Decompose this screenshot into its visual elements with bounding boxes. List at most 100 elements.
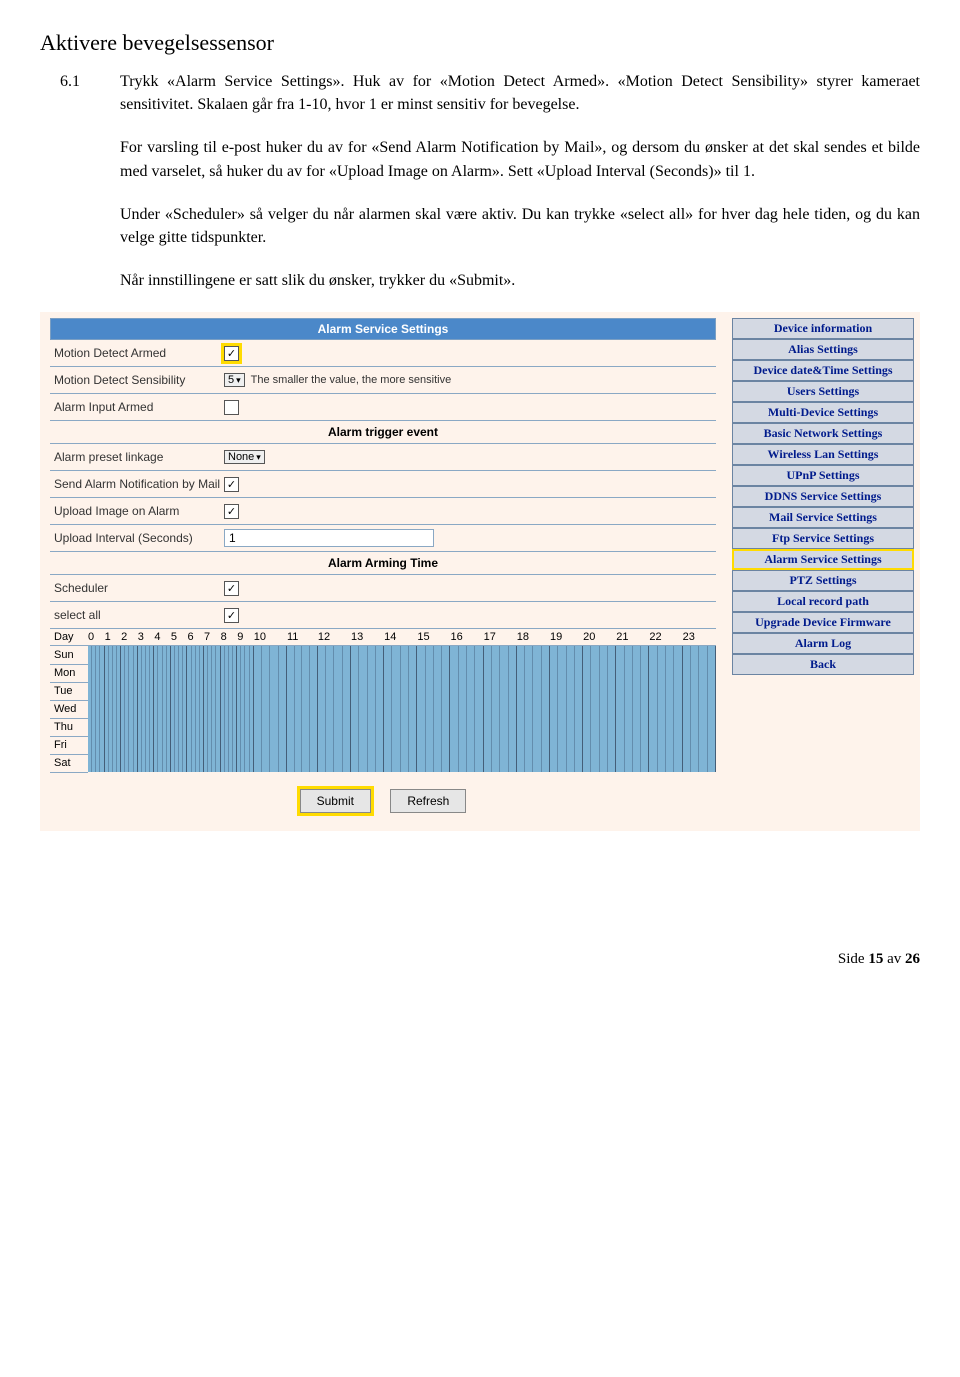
schedule-cell[interactable]	[318, 700, 351, 718]
menu-item-back[interactable]: Back	[732, 654, 914, 675]
menu-item-upnp-settings[interactable]: UPnP Settings	[732, 465, 914, 486]
schedule-cell[interactable]	[484, 646, 517, 664]
schedule-cell[interactable]	[550, 646, 583, 664]
submit-button[interactable]: Submit	[300, 789, 371, 813]
schedule-cell[interactable]	[517, 736, 550, 754]
schedule-cell[interactable]	[517, 700, 550, 718]
schedule-cell[interactable]	[384, 664, 417, 682]
schedule-cell[interactable]	[287, 718, 318, 736]
menu-item-device-date-time-settings[interactable]: Device date&Time Settings	[732, 360, 914, 381]
schedule-cell[interactable]	[550, 754, 583, 772]
schedule-cell[interactable]	[121, 664, 138, 682]
schedule-cell[interactable]	[221, 754, 238, 772]
schedule-cell[interactable]	[417, 700, 450, 718]
schedule-cell[interactable]	[187, 646, 204, 664]
schedule-cell[interactable]	[221, 718, 238, 736]
schedule-cell[interactable]	[88, 646, 105, 664]
schedule-cell[interactable]	[351, 682, 384, 700]
schedule-cell[interactable]	[171, 646, 188, 664]
schedule-cell[interactable]	[417, 646, 450, 664]
schedule-cell[interactable]	[318, 754, 351, 772]
schedule-cell[interactable]	[105, 736, 122, 754]
menu-item-local-record-path[interactable]: Local record path	[732, 591, 914, 612]
schedule-cell[interactable]	[154, 754, 171, 772]
schedule-cell[interactable]	[237, 664, 254, 682]
menu-item-ftp-service-settings[interactable]: Ftp Service Settings	[732, 528, 914, 549]
checkbox-select-all[interactable]: ✓	[224, 608, 239, 623]
schedule-cell[interactable]	[121, 754, 138, 772]
menu-item-alarm-service-settings[interactable]: Alarm Service Settings	[732, 549, 914, 570]
refresh-button[interactable]: Refresh	[390, 789, 466, 813]
schedule-cell[interactable]	[88, 700, 105, 718]
schedule-cell[interactable]	[517, 682, 550, 700]
schedule-cell[interactable]	[171, 754, 188, 772]
schedule-cell[interactable]	[318, 664, 351, 682]
schedule-cell[interactable]	[237, 718, 254, 736]
schedule-cell[interactable]	[105, 718, 122, 736]
schedule-cell[interactable]	[221, 682, 238, 700]
schedule-cell[interactable]	[649, 664, 682, 682]
schedule-cell[interactable]	[583, 754, 616, 772]
schedule-cell[interactable]	[187, 700, 204, 718]
schedule-cell[interactable]	[550, 736, 583, 754]
schedule-cell[interactable]	[204, 700, 221, 718]
schedule-cell[interactable]	[384, 682, 417, 700]
schedule-cell[interactable]	[171, 718, 188, 736]
select-sensibility[interactable]: 5 ▾	[224, 373, 245, 387]
schedule-cell[interactable]	[649, 682, 682, 700]
schedule-cell[interactable]	[550, 682, 583, 700]
schedule-cell[interactable]	[187, 682, 204, 700]
schedule-cell[interactable]	[221, 646, 238, 664]
schedule-cell[interactable]	[550, 664, 583, 682]
schedule-cell[interactable]	[204, 664, 221, 682]
schedule-cell[interactable]	[484, 754, 517, 772]
schedule-cell[interactable]	[351, 700, 384, 718]
schedule-cell[interactable]	[154, 700, 171, 718]
schedule-cell[interactable]	[484, 736, 517, 754]
menu-item-device-information[interactable]: Device information	[732, 318, 914, 339]
schedule-cell[interactable]	[351, 754, 384, 772]
schedule-cell[interactable]	[138, 754, 155, 772]
menu-item-ptz-settings[interactable]: PTZ Settings	[732, 570, 914, 591]
schedule-cell[interactable]	[484, 718, 517, 736]
schedule-cell[interactable]	[187, 718, 204, 736]
schedule-cell[interactable]	[254, 664, 287, 682]
schedule-cell[interactable]	[121, 646, 138, 664]
schedule-cell[interactable]	[154, 718, 171, 736]
schedule-cell[interactable]	[204, 718, 221, 736]
schedule-cell[interactable]	[649, 646, 682, 664]
schedule-cell[interactable]	[517, 664, 550, 682]
schedule-cell[interactable]	[583, 700, 616, 718]
schedule-cell[interactable]	[237, 700, 254, 718]
schedule-cell[interactable]	[287, 682, 318, 700]
schedule-cell[interactable]	[138, 682, 155, 700]
schedule-cell[interactable]	[254, 646, 287, 664]
schedule-cell[interactable]	[517, 718, 550, 736]
checkbox-upload-image[interactable]: ✓	[224, 504, 239, 519]
schedule-cell[interactable]	[649, 700, 682, 718]
schedule-cell[interactable]	[450, 736, 483, 754]
schedule-cell[interactable]	[616, 664, 649, 682]
schedule-cell[interactable]	[154, 736, 171, 754]
schedule-cell[interactable]	[384, 718, 417, 736]
schedule-cell[interactable]	[287, 646, 318, 664]
schedule-cell[interactable]	[384, 700, 417, 718]
schedule-cell[interactable]	[287, 700, 318, 718]
schedule-cell[interactable]	[287, 664, 318, 682]
schedule-cell[interactable]	[417, 736, 450, 754]
schedule-cell[interactable]	[318, 736, 351, 754]
schedule-cell[interactable]	[171, 664, 188, 682]
schedule-cell[interactable]	[649, 736, 682, 754]
schedule-cell[interactable]	[450, 682, 483, 700]
schedule-cell[interactable]	[484, 682, 517, 700]
schedule-cell[interactable]	[616, 718, 649, 736]
schedule-cell[interactable]	[384, 736, 417, 754]
schedule-cell[interactable]	[171, 682, 188, 700]
schedule-cell[interactable]	[171, 700, 188, 718]
schedule-cell[interactable]	[138, 646, 155, 664]
checkbox-alarm-input-armed[interactable]	[224, 400, 239, 415]
schedule-cell[interactable]	[517, 646, 550, 664]
schedule-cell[interactable]	[683, 754, 716, 772]
schedule-cell[interactable]	[105, 700, 122, 718]
schedule-cell[interactable]	[351, 646, 384, 664]
